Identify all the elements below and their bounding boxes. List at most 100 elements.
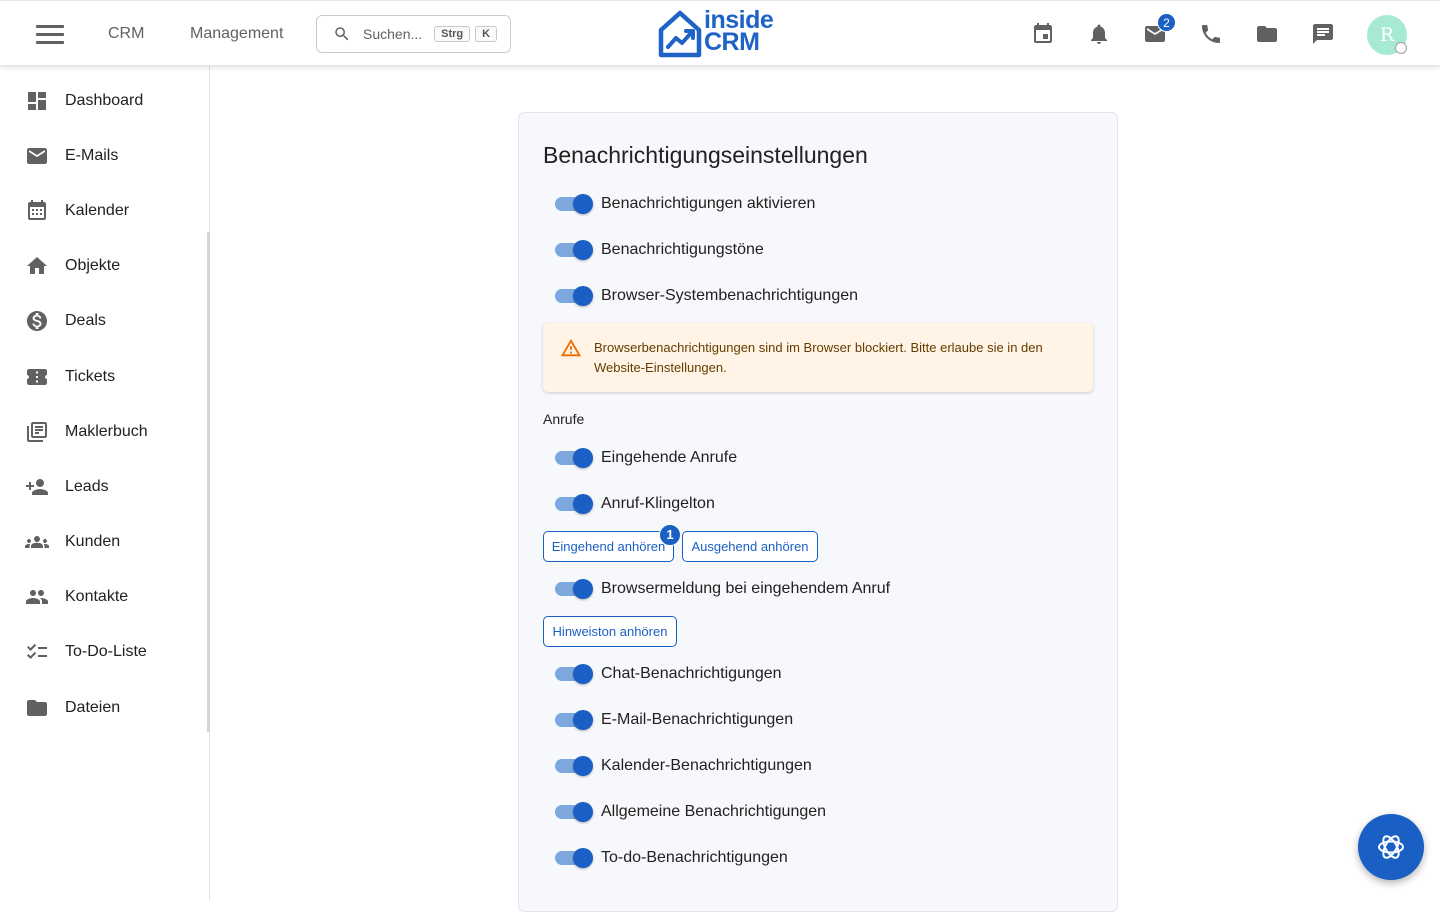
sidebar-item-kontakte[interactable]: Kontakte <box>0 573 207 621</box>
toggle-chat-benachrichtigungen[interactable]: Chat-Benachrichtigungen <box>555 661 782 687</box>
switch[interactable] <box>555 710 593 730</box>
people-icon <box>26 590 48 604</box>
switch[interactable] <box>555 194 593 214</box>
warning-alert: Browserbenachrichtigungen sind im Browse… <box>543 323 1093 392</box>
listen-outgoing-button[interactable]: Ausgehend anhören <box>682 531 818 562</box>
top-bar: CRM Management Suchen... Strg K inside C… <box>0 0 1440 66</box>
folder-icon <box>27 700 47 716</box>
toggle-label: Allgemeine Benachrichtigungen <box>601 803 827 820</box>
sidebar-item-label: Leads <box>65 478 109 495</box>
search-icon <box>335 27 349 41</box>
nav-link-crm[interactable]: CRM <box>108 25 144 43</box>
calendar-icon[interactable] <box>1031 22 1055 46</box>
avatar-status-indicator <box>1395 42 1407 54</box>
sidebar-item-deals[interactable]: Deals <box>0 297 207 345</box>
switch[interactable] <box>555 240 593 260</box>
sidebar-item-label: Kontakte <box>65 588 129 605</box>
phone-icon[interactable] <box>1199 22 1223 46</box>
sidebar: Dashboard E-Mails Kalender Objekte Deals… <box>0 66 210 900</box>
sidebar-item-kunden[interactable]: Kunden <box>0 518 207 566</box>
dashboard-icon <box>28 92 46 110</box>
ticket-icon <box>27 369 47 385</box>
sidebar-item-label: Dashboard <box>65 92 144 109</box>
toggle-label: Benachrichtigungstöne <box>601 241 764 258</box>
toggle-label: Anruf-Klingelton <box>601 495 715 512</box>
switch[interactable] <box>555 448 593 468</box>
chat-icon[interactable] <box>1311 22 1335 46</box>
sidebar-item-label: Objekte <box>65 257 121 274</box>
section-heading-anrufe: Anrufe <box>543 411 585 427</box>
checklist-icon <box>27 643 47 659</box>
shortcut-key-strg: Strg <box>434 26 471 42</box>
sidebar-item-label: To-Do-Liste <box>65 643 147 660</box>
menu-icon[interactable] <box>36 25 64 45</box>
sidebar-item-label: Tickets <box>65 368 116 385</box>
home-icon <box>27 257 47 274</box>
mail-icon <box>27 148 47 164</box>
switch[interactable] <box>555 756 593 776</box>
sidebar-item-dashboard[interactable]: Dashboard <box>0 77 207 125</box>
listen-incoming-button[interactable]: Eingehend anhören <box>543 531 674 562</box>
folder-icon[interactable] <box>1255 22 1279 46</box>
toggle-label: To-do-Benachrichtigungen <box>601 849 788 866</box>
sidebar-item-emails[interactable]: E-Mails <box>0 132 207 180</box>
listen-hint-tone-button[interactable]: Hinweiston anhören <box>543 616 677 647</box>
toggle-browser-systembenachrichtigungen[interactable]: Browser-Systembenachrichtigungen <box>555 283 858 309</box>
ai-assistant-icon <box>1378 835 1404 859</box>
dollar-icon <box>27 311 47 331</box>
sidebar-item-objekte[interactable]: Objekte <box>0 242 207 290</box>
logo-line2: CRM <box>704 28 760 56</box>
bell-icon[interactable] <box>1087 22 1111 46</box>
sidebar-item-tickets[interactable]: Tickets <box>0 353 207 401</box>
sidebar-item-label: Maklerbuch <box>65 423 148 440</box>
toggle-allgemeine-benachrichtigungen[interactable]: Allgemeine Benachrichtigungen <box>555 799 826 825</box>
toggle-label: E-Mail-Benachrichtigungen <box>601 711 794 728</box>
sidebar-item-kalender[interactable]: Kalender <box>0 187 207 235</box>
sidebar-item-maklerbuch[interactable]: Maklerbuch <box>0 408 207 456</box>
search-placeholder: Suchen... <box>363 26 423 42</box>
logo-house-icon <box>658 10 702 58</box>
sidebar-scrollbar[interactable] <box>207 232 210 732</box>
toggle-eingehende-anrufe[interactable]: Eingehende Anrufe <box>555 445 737 471</box>
toggle-label: Browser-Systembenachrichtigungen <box>601 287 859 304</box>
calendar-icon <box>28 200 46 220</box>
switch[interactable] <box>555 579 593 599</box>
toggle-anruf-klingelton[interactable]: Anruf-Klingelton <box>555 491 715 517</box>
toggle-kalender-benachrichtigungen[interactable]: Kalender-Benachrichtigungen <box>555 753 812 779</box>
logo[interactable]: inside CRM <box>658 8 788 60</box>
count-badge: 1 <box>659 524 681 546</box>
person-add-icon <box>26 479 48 495</box>
ai-assistant-button[interactable] <box>1358 814 1424 880</box>
groups-icon <box>25 536 49 548</box>
toggle-label: Browsermeldung bei eingehendem Anruf <box>601 580 891 597</box>
toggle-benachrichtigungen-aktivieren[interactable]: Benachrichtigungen aktivieren <box>555 191 815 217</box>
sidebar-item-label: Kalender <box>65 202 130 219</box>
sidebar-item-label: Kunden <box>65 533 121 550</box>
toggle-label: Chat-Benachrichtigungen <box>601 665 782 682</box>
library-icon <box>27 422 47 442</box>
page-title: Benachrichtigungseinstellungen <box>543 142 868 168</box>
mail-badge: 2 <box>1157 13 1176 32</box>
warning-icon <box>560 338 582 357</box>
toggle-todo-benachrichtigungen[interactable]: To-do-Benachrichtigungen <box>555 845 788 871</box>
switch[interactable] <box>555 848 593 868</box>
sidebar-item-dateien[interactable]: Dateien <box>0 684 207 732</box>
toggle-benachrichtigungstoene[interactable]: Benachrichtigungstöne <box>555 237 764 263</box>
logo-text: inside CRM <box>704 8 774 56</box>
switch[interactable] <box>555 494 593 514</box>
toggle-label: Benachrichtigungen aktivieren <box>601 195 816 212</box>
sidebar-item-leads[interactable]: Leads <box>0 463 207 511</box>
toggle-email-benachrichtigungen[interactable]: E-Mail-Benachrichtigungen <box>555 707 793 733</box>
switch[interactable] <box>555 286 593 306</box>
toggle-label: Eingehende Anrufe <box>601 449 738 466</box>
switch[interactable] <box>555 802 593 822</box>
shortcut-key-k: K <box>475 26 498 42</box>
sidebar-item-label: Dateien <box>65 699 121 716</box>
search-field[interactable]: Suchen... Strg K <box>316 15 511 53</box>
sidebar-item-todo[interactable]: To-Do-Liste <box>0 628 207 676</box>
toggle-browsermeldung-anruf[interactable]: Browsermeldung bei eingehendem Anruf <box>555 576 890 602</box>
sidebar-item-label: E-Mails <box>65 147 119 164</box>
sidebar-item-label: Deals <box>65 312 106 329</box>
switch[interactable] <box>555 664 593 684</box>
nav-link-management[interactable]: Management <box>190 25 283 43</box>
